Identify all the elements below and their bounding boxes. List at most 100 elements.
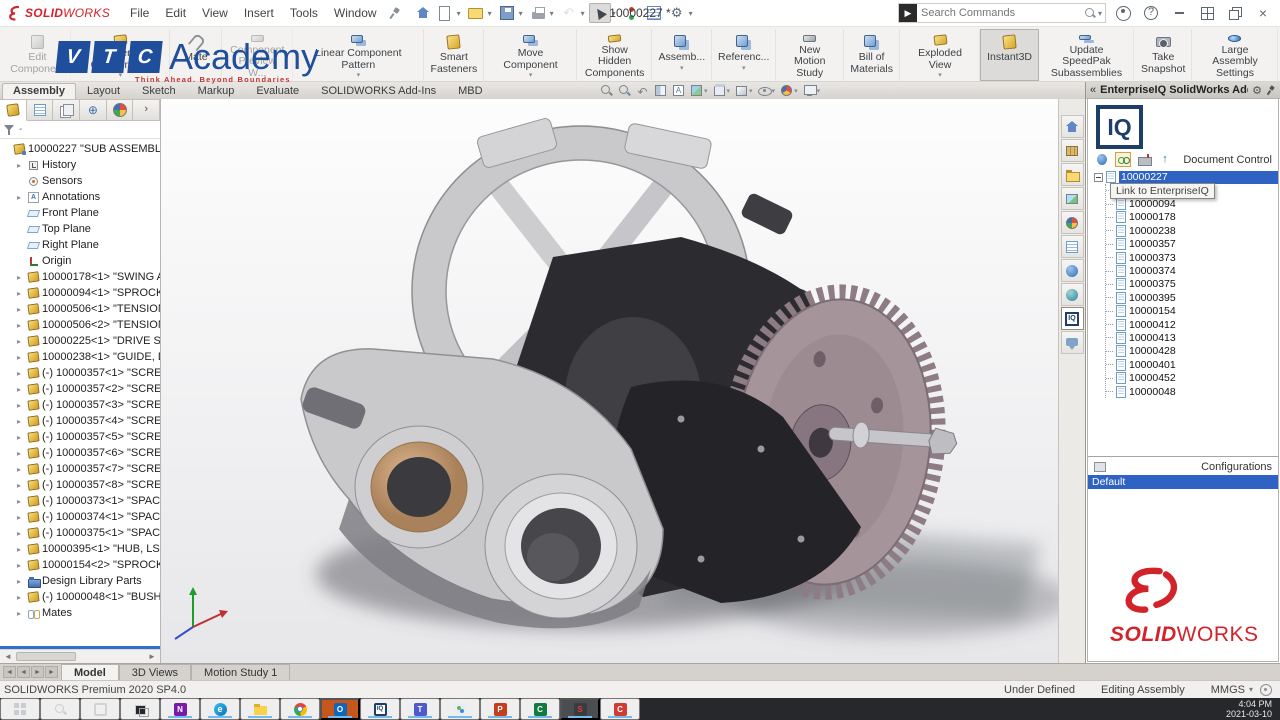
menu-item[interactable]: Insert [236, 2, 282, 24]
taskbar-app-button[interactable] [400, 698, 440, 720]
document-item[interactable]: 10000048 [1106, 385, 1278, 398]
menu-item[interactable]: Window [326, 2, 385, 24]
feature-manager-tab[interactable] [80, 99, 107, 121]
upload-icon[interactable] [1157, 152, 1173, 167]
command-tab[interactable]: Sketch [131, 83, 187, 99]
document-item[interactable]: 10000373 [1106, 251, 1278, 264]
tree-item[interactable]: ▸ Front Plane [0, 205, 160, 221]
tree-item[interactable]: ▸ (-) 10000048<1> "BUSHING [0, 589, 160, 605]
tree-item[interactable]: ▸ Annotations [0, 189, 160, 205]
headsup-tool-button[interactable] [672, 84, 685, 97]
expand-arrow-icon[interactable]: ▸ [17, 529, 25, 538]
collapse-minus-icon[interactable] [1094, 173, 1103, 182]
pin-icon[interactable] [389, 7, 401, 19]
document-item[interactable]: 10000401 [1106, 358, 1278, 371]
properties-sheet-icon[interactable] [643, 3, 665, 23]
command-tab[interactable]: Markup [187, 83, 246, 99]
select-cursor-icon[interactable] [589, 3, 611, 23]
new-document-icon[interactable] [434, 3, 456, 23]
expand-arrow-icon[interactable]: ▸ [17, 417, 25, 426]
ribbon-button[interactable]: Move Component ▾ [484, 29, 578, 81]
taskbar-app-button[interactable] [120, 698, 160, 720]
tree-item[interactable]: ▸ Mates [0, 605, 160, 621]
headsup-tool-button[interactable] [654, 84, 667, 97]
interference-lights-icon[interactable] [620, 3, 642, 23]
tree-item[interactable]: ▸ (-) 10000357<3> "SCREW, [0, 397, 160, 413]
tree-item[interactable]: ▸ (-) 10000357<1> "SCREW, [0, 365, 160, 381]
expand-arrow-icon[interactable]: ▸ [17, 161, 25, 170]
expand-arrow-icon[interactable]: ▸ [17, 433, 25, 442]
horizontal-scrollbar[interactable]: ◄ ► [0, 649, 160, 663]
command-tab[interactable]: SOLIDWORKS Add-Ins [310, 83, 447, 99]
tree-item[interactable]: ▸ (-) 10000357<5> "SCREW, [0, 429, 160, 445]
document-item[interactable]: 10000428 [1106, 345, 1278, 358]
task-pane-button[interactable] [1061, 331, 1084, 354]
ribbon-button[interactable]: Large Assembly Settings ▾ [1192, 29, 1278, 81]
document-item[interactable]: 10000238 [1106, 224, 1278, 237]
document-item[interactable]: 10000154 [1106, 305, 1278, 318]
tree-item[interactable]: ▸ (-) 10000357<6> "SCREW, [0, 445, 160, 461]
tree-item[interactable]: ▸ 10000178<1> "SWING ARM [0, 269, 160, 285]
tree-item[interactable]: ▸ (-) 10000374<1> "SPACER, [0, 509, 160, 525]
caret-icon[interactable]: ▾ [1098, 9, 1102, 18]
expand-arrow-icon[interactable]: ▸ [17, 193, 25, 202]
expand-arrow-icon[interactable]: ▸ [17, 449, 25, 458]
feature-manager-tab[interactable] [53, 99, 80, 121]
tree-item[interactable]: ▸ Right Plane [0, 237, 160, 253]
account-icon[interactable] [1112, 3, 1134, 23]
headsup-tool-button[interactable] [618, 84, 631, 97]
close-button[interactable]: × [1252, 3, 1274, 23]
document-item[interactable]: 10000375 [1106, 278, 1278, 291]
tree-item[interactable]: ▸ 10000154<2> "SPROCKET [0, 557, 160, 573]
scrollbar-thumb[interactable] [16, 652, 76, 661]
headsup-tool-button[interactable] [758, 84, 776, 97]
command-tab[interactable]: MBD [447, 83, 493, 99]
print-icon[interactable] [527, 3, 549, 23]
expand-arrow-icon[interactable]: ▸ [17, 561, 25, 570]
expand-arrow-icon[interactable]: ▸ [17, 321, 25, 330]
document-item[interactable]: 10000452 [1106, 371, 1278, 384]
system-clock[interactable]: 4:04 PM 2021-03-10 [1226, 698, 1280, 720]
task-pane-button[interactable] [1061, 211, 1084, 234]
expand-arrow-icon[interactable]: ▸ [17, 369, 25, 378]
tree-item[interactable]: ▸ 10000506<2> "TENSIONER [0, 317, 160, 333]
collapse-chevrons-icon[interactable]: « [1090, 84, 1096, 96]
headsup-tool-button[interactable] [713, 84, 731, 97]
feature-manager-tab[interactable] [133, 99, 160, 121]
expand-arrow-icon[interactable]: ▸ [17, 273, 25, 282]
task-pane-button[interactable] [1061, 259, 1084, 282]
headsup-tool-button[interactable] [636, 84, 649, 97]
headsup-tool-button[interactable] [780, 84, 798, 97]
headsup-tool-button[interactable] [735, 84, 753, 97]
save-icon[interactable] [496, 3, 518, 23]
task-pane-button[interactable] [1061, 139, 1084, 162]
configuration-item[interactable]: Default [1088, 475, 1278, 489]
headsup-tool-button[interactable] [803, 84, 821, 97]
command-tab[interactable]: Evaluate [245, 83, 310, 99]
expand-arrow-icon[interactable]: ▸ [17, 609, 25, 618]
taskbar-app-button[interactable] [280, 698, 320, 720]
search-magnifier-icon[interactable] [1084, 7, 1096, 19]
expand-arrow-icon[interactable]: ▸ [17, 401, 25, 410]
tree-item[interactable]: ▸ 10000227 "SUB ASSEMBLY, LH [0, 141, 160, 157]
scroll-last-icon[interactable]: ► [45, 666, 58, 678]
options-gear-icon[interactable]: ⚙ [666, 3, 688, 23]
ribbon-button[interactable]: Show Hidden Components ▾ [577, 29, 652, 81]
expand-arrow-icon[interactable]: ▸ [17, 305, 25, 314]
tree-item[interactable]: ▸ Design Library Parts [0, 573, 160, 589]
tree-item[interactable]: ▸ History [0, 157, 160, 173]
mailbox-icon[interactable] [1136, 152, 1152, 167]
expand-arrow-icon[interactable]: ▸ [17, 385, 25, 394]
document-item[interactable]: 10000374 [1106, 264, 1278, 277]
menu-item[interactable]: Tools [282, 2, 326, 24]
taskbar-app-button[interactable] [520, 698, 560, 720]
restore-button[interactable] [1224, 3, 1246, 23]
expand-arrow-icon[interactable]: ▸ [17, 353, 25, 362]
ribbon-button[interactable]: Instant3D ▾ [980, 29, 1038, 81]
taskbar-app-button[interactable] [200, 698, 240, 720]
open-icon[interactable] [465, 3, 487, 23]
graphics-viewport[interactable] [161, 99, 1058, 663]
menu-item[interactable]: Edit [157, 2, 194, 24]
expand-arrow-icon[interactable]: ▸ [17, 337, 25, 346]
expand-arrow-icon[interactable]: ▸ [17, 465, 25, 474]
